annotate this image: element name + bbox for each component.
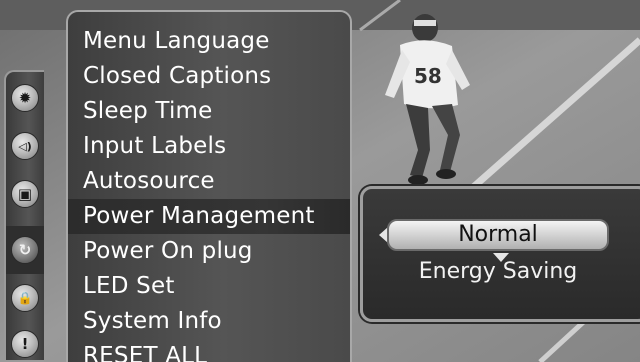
picture-icon-glyph: ✹ — [18, 89, 32, 107]
info-alert-icon[interactable]: ! — [11, 330, 39, 358]
option-energy-saving[interactable]: Energy Saving — [387, 259, 609, 284]
menu-item-power-on-plug[interactable]: Power On plug — [68, 234, 350, 269]
menu-item-input-labels[interactable]: Input Labels — [68, 129, 350, 164]
menu-item-menu-language[interactable]: Menu Language — [68, 24, 350, 59]
setup-menu-panel: Menu Language Closed Captions Sleep Time… — [66, 10, 352, 362]
audio-icon-glyph: ◁) — [18, 139, 32, 153]
tv-screen: 58 ✹ ◁) ▣ ↻ 🔒 ! Menu Language Closed Cap… — [0, 0, 640, 362]
audio-icon[interactable]: ◁) — [11, 132, 39, 160]
power-management-submenu: Normal Energy Saving — [360, 186, 640, 322]
menu-item-led-set[interactable]: LED Set — [68, 269, 350, 304]
menu-item-closed-captions[interactable]: Closed Captions — [68, 59, 350, 94]
menu-item-power-management[interactable]: Power Management — [68, 199, 350, 234]
setup-icon-glyph: ↻ — [18, 241, 32, 259]
menu-item-reset-all[interactable]: RESET ALL — [68, 339, 350, 362]
lock-icon[interactable]: 🔒 — [11, 284, 39, 312]
info-alert-icon-glyph: ! — [21, 335, 29, 353]
setup-menu-list: Menu Language Closed Captions Sleep Time… — [68, 24, 350, 362]
menu-item-system-info[interactable]: System Info — [68, 304, 350, 339]
lock-icon-glyph: 🔒 — [17, 291, 33, 305]
jersey-number: 58 — [414, 64, 442, 88]
channel-tv-icon-glyph: ▣ — [17, 185, 33, 203]
channel-tv-icon[interactable]: ▣ — [11, 180, 39, 208]
setup-icon[interactable]: ↻ — [11, 236, 39, 264]
category-icon-strip: ✹ ◁) ▣ ↻ 🔒 ! — [4, 70, 44, 362]
menu-item-autosource[interactable]: Autosource — [68, 164, 350, 199]
menu-item-sleep-time[interactable]: Sleep Time — [68, 94, 350, 129]
picture-icon[interactable]: ✹ — [11, 84, 39, 112]
current-value-selector[interactable]: Normal — [387, 219, 609, 251]
